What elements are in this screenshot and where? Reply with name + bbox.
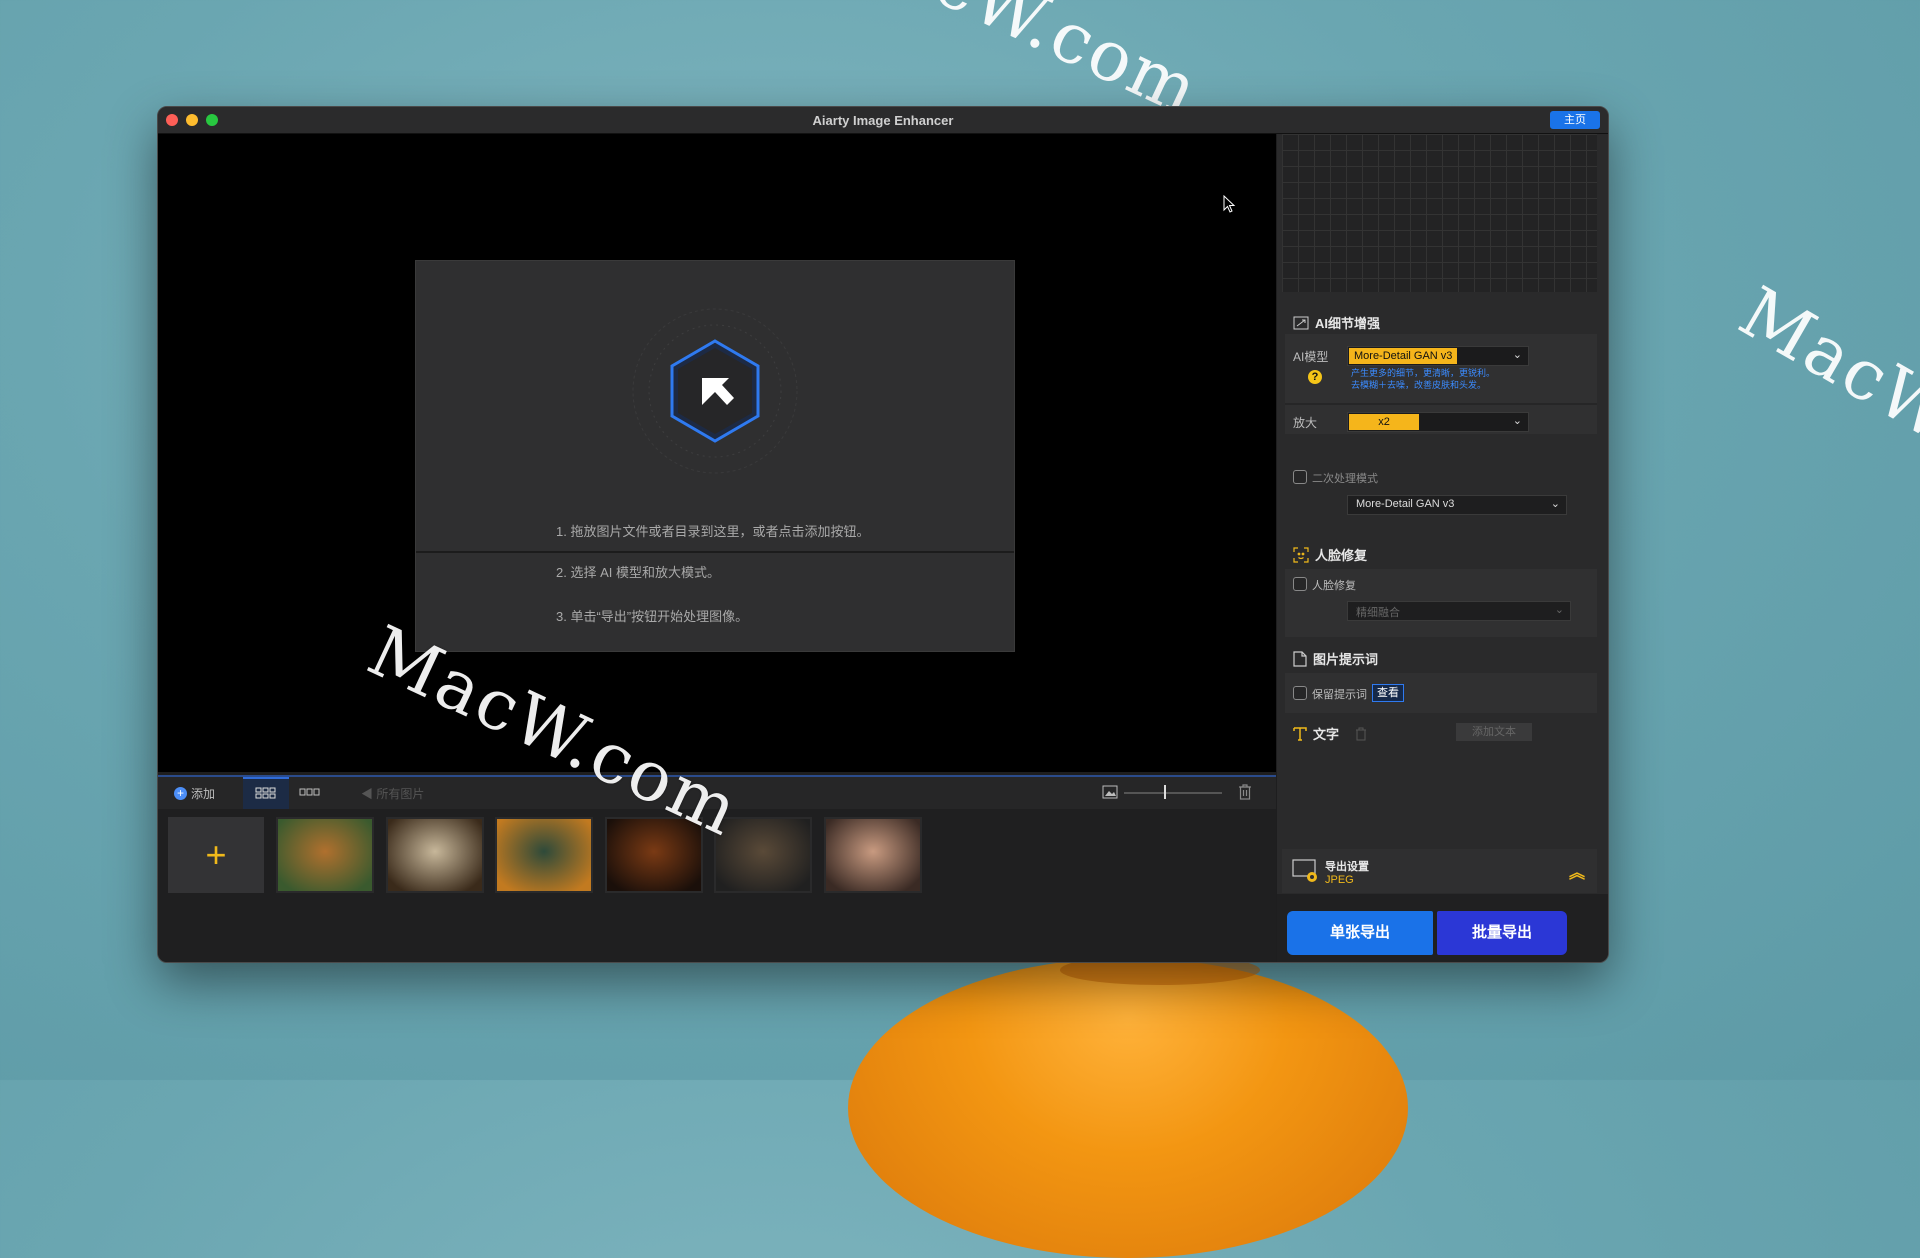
image-icon [1102,785,1118,799]
ai-model-select[interactable]: More-Detail GAN v3 ⌄ [1347,346,1529,366]
export-format: JPEG [1325,874,1354,886]
ai-enhance-header: AI细节增强 [1293,313,1380,332]
plus-circle-icon: + [174,787,187,800]
chevron-down-icon: ⌄ [1512,349,1522,361]
model-description-1: 产生更多的细节，更清晰，更锐利。 [1351,368,1496,378]
chevron-down-icon: ⌄ [1550,498,1560,510]
enhance-icon [1293,316,1309,329]
scale-select[interactable]: x2 ⌄ [1347,412,1529,432]
face-restore-header: 人脸修复 [1293,545,1367,564]
face-restore-checkbox[interactable] [1293,577,1307,591]
orange-decoration [848,958,1408,1258]
app-window: Aiarty Image Enhancer 主页 1. 拖放图片文件或者目录到这… [157,106,1609,963]
keep-prompt-checkbox[interactable] [1293,686,1307,700]
view-prompt-button[interactable]: 查看 [1372,684,1404,702]
ai-model-value: More-Detail GAN v3 [1349,348,1458,364]
add-text-button[interactable]: 添加文本 [1456,723,1532,741]
face-mode-select[interactable]: 精细融合 ⌄ [1347,601,1571,621]
all-images-filter[interactable]: ◀ 所有图片 [361,785,424,802]
scale-value: x2 [1349,414,1419,430]
export-settings-title: 导出设置 [1325,861,1369,873]
thumbnail-portrait[interactable] [824,817,922,893]
thumbnail-dog-warrior[interactable] [714,817,812,893]
collapse-up-icon[interactable]: ︽ [1569,859,1585,883]
document-icon [1293,650,1307,667]
help-icon[interactable]: ? [1308,370,1322,384]
upload-hexagon-icon[interactable] [630,306,800,476]
image-prompt-header: 图片提示词 [1293,649,1378,668]
add-button[interactable]: + 添加 [174,785,215,802]
zoom-slider-track[interactable] [1124,792,1222,794]
text-tool-icon [1293,726,1307,741]
chevron-down-icon: ⌄ [1554,604,1564,616]
thumbnail-image [826,819,920,891]
divider [416,551,1014,553]
thumbnail-tiger[interactable] [276,817,374,893]
trash-icon[interactable] [1355,727,1367,741]
grid-icon [255,787,276,799]
add-label: 添加 [191,787,216,801]
thumbnail-butterfly[interactable] [386,817,484,893]
secondary-mode-label: 二次处理模式 [1312,473,1378,485]
single-export-button[interactable]: 单张导出 [1287,911,1433,955]
text-header: 文字 [1293,724,1367,743]
model-description-2: 去模糊＋去噪，改善皮肤和头发。 [1351,380,1487,390]
drop-zone[interactable]: 1. 拖放图片文件或者目录到这里，或者点击添加按钮。 2. 选择 AI 模型和放… [415,260,1015,652]
scale-label: 放大 [1293,416,1318,430]
back-arrow-icon: ◀ [361,787,377,801]
chevron-down-icon: ⌄ [1512,415,1522,427]
thumbnail-image [278,819,372,891]
filmstrip-icon [299,788,320,796]
face-restore-label: 人脸修复 [1312,580,1356,592]
secondary-mode-checkbox[interactable] [1293,470,1307,484]
divider [1285,403,1597,405]
trash-icon[interactable] [1238,784,1252,800]
grid-view-toggle[interactable] [243,777,289,811]
thumbnail-bottle-garden[interactable] [495,817,593,893]
thumbnail-image [388,819,482,891]
zoom-slider-handle[interactable] [1164,785,1166,799]
image-prompt-box: 保留提示词 查看 [1285,673,1597,713]
instruction-step-3: 3. 单击“导出”按钮开始处理图像。 [556,609,749,624]
thumbnail-image [716,819,810,891]
face-scan-icon [1293,546,1309,563]
mouse-cursor-icon [1223,195,1236,213]
export-settings-panel[interactable]: 导出设置 JPEG ︽ [1282,849,1597,893]
batch-export-button[interactable]: 批量导出 [1437,911,1567,955]
add-image-tile[interactable]: + [168,817,264,893]
export-settings-icon [1292,859,1317,882]
plus-icon: + [205,834,227,875]
settings-sidebar: AI细节增强 AI模型 More-Detail GAN v3 ⌄ ? 产生更多的… [1277,134,1608,962]
instruction-step-2: 2. 选择 AI 模型和放大模式。 [556,565,720,580]
window-title: Aiarty Image Enhancer [812,113,954,128]
preview-area[interactable]: 1. 拖放图片文件或者目录到这里，或者点击添加按钮。 2. 选择 AI 模型和放… [158,134,1276,772]
home-button[interactable]: 主页 [1550,111,1600,129]
strip-view-toggle[interactable] [298,783,322,808]
face-restore-box: 人脸修复 精细融合 ⌄ [1285,569,1597,637]
title-bar: Aiarty Image Enhancer 主页 [158,107,1608,134]
ai-model-box: AI模型 More-Detail GAN v3 ⌄ ? 产生更多的细节，更清晰，… [1285,334,1597,434]
ai-model-label: AI模型 [1293,350,1329,364]
secondary-model-select[interactable]: More-Detail GAN v3 ⌄ [1347,495,1567,515]
instruction-step-1: 1. 拖放图片文件或者目录到这里，或者点击添加按钮。 [556,524,870,539]
watermark: MacW.com [1726,270,1920,542]
keep-prompt-label: 保留提示词 [1312,689,1367,701]
comparison-preview [1282,134,1597,292]
thumbnail-image [497,819,591,891]
